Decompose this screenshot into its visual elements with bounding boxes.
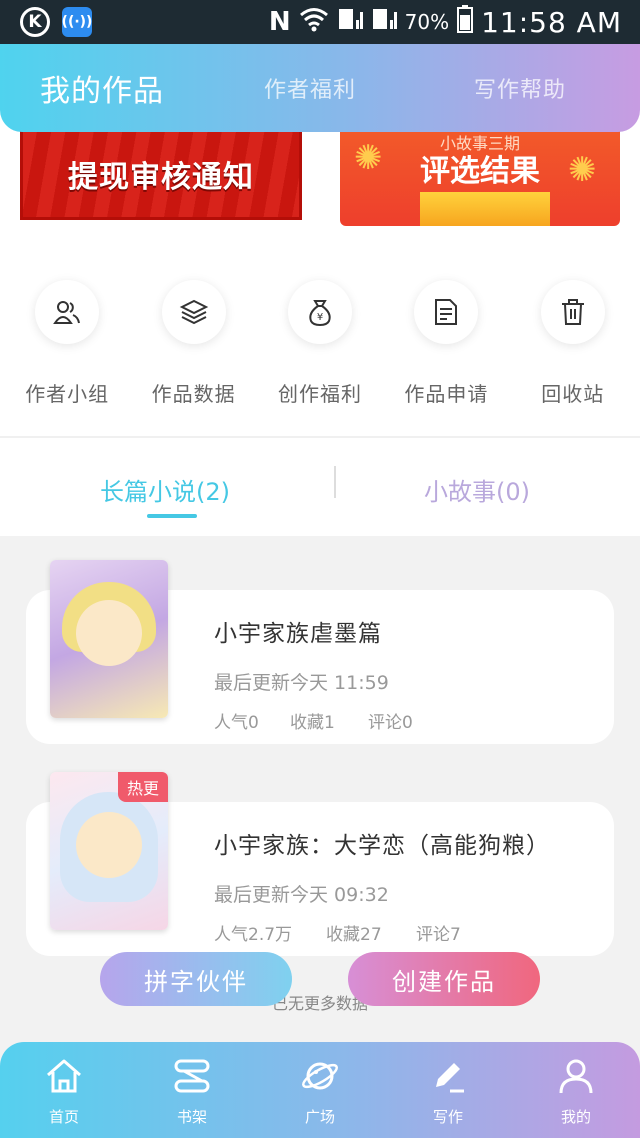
- func-label: 回收站: [541, 382, 605, 406]
- tab-short-stories[interactable]: 小故事(0): [424, 472, 530, 507]
- work-favorites: 收藏1: [290, 713, 335, 733]
- func-label: 创作福利: [277, 382, 362, 406]
- story-results-banner[interactable]: ✺ ✺ 小故事三期 评选结果: [340, 130, 620, 226]
- tab-long-novels[interactable]: 长篇小说(2): [100, 472, 230, 507]
- cover-face-shape: [76, 812, 142, 878]
- nav-mine[interactable]: 我的: [531, 1054, 621, 1127]
- nav-label: 写作: [432, 1107, 463, 1126]
- cover-face-shape: [76, 600, 142, 666]
- clock: 11:58 AM: [481, 5, 622, 39]
- home-icon: [42, 1054, 86, 1098]
- trash-icon: [540, 280, 605, 344]
- work-comments: 评论7: [416, 925, 461, 945]
- bottom-nav: 首页 书架 广场 写作 我的: [0, 1042, 640, 1138]
- sim2-signal-icon: [371, 6, 397, 38]
- nav-label: 我的: [560, 1107, 591, 1126]
- no-more-data-text: 已无更多数据: [271, 994, 368, 1013]
- func-work-data[interactable]: 作品数据: [131, 280, 257, 410]
- work-favorites: 收藏27: [326, 925, 382, 945]
- svg-text:¥: ¥: [317, 312, 323, 323]
- battery-percent: 70%: [404, 10, 450, 34]
- withdraw-notice-banner[interactable]: 提现审核通知: [20, 130, 302, 220]
- func-work-application[interactable]: 作品申请: [383, 280, 509, 410]
- create-work-button[interactable]: 创建作品: [348, 952, 540, 1006]
- tab-writing-help[interactable]: 写作帮助: [474, 72, 566, 104]
- sim1-signal-icon: [337, 6, 363, 38]
- tab-my-works[interactable]: 我的作品: [40, 66, 164, 110]
- nav-label: 广场: [304, 1107, 335, 1126]
- func-creation-welfare[interactable]: ¥ 创作福利: [257, 280, 383, 410]
- tab-separator: [334, 466, 336, 498]
- bookshelf-icon: [170, 1054, 214, 1098]
- wifi-key-app-icon: ((·)): [62, 7, 92, 37]
- planet-icon: [298, 1054, 342, 1098]
- work-last-update: 最后更新今天 09:32: [214, 884, 389, 906]
- layers-icon: [161, 280, 226, 344]
- work-type-tabs: 长篇小说(2) 小故事(0): [0, 438, 640, 536]
- func-author-group[interactable]: 作者小组: [4, 280, 130, 410]
- nfc-notification-icon: N: [268, 7, 291, 37]
- pen-icon: [426, 1054, 470, 1098]
- work-title: 小宇家族虐墨篇: [214, 621, 382, 647]
- stage-decoration: [420, 192, 550, 226]
- func-label: 作品申请: [404, 382, 489, 406]
- top-tab-bar: 我的作品 作者福利 写作帮助: [0, 44, 640, 132]
- work-last-update: 最后更新今天 11:59: [214, 672, 389, 694]
- writing-partner-button[interactable]: 拼字伙伴: [100, 952, 292, 1006]
- func-label: 作品数据: [151, 382, 236, 406]
- nav-writing[interactable]: 写作: [403, 1054, 493, 1127]
- nav-label: 首页: [48, 1107, 79, 1126]
- banner-right-title: 评选结果: [420, 154, 540, 189]
- nav-square[interactable]: 广场: [275, 1054, 365, 1127]
- works-header-section: 提现审核通知 ✺ ✺ 小故事三期 评选结果 作者小组 作品数据 ¥ 创作福利 作…: [0, 100, 640, 536]
- hot-update-badge: 热更: [118, 772, 168, 802]
- wifi-signal-icon: [299, 6, 329, 38]
- k-app-icon: K: [20, 7, 50, 37]
- people-icon: [35, 280, 100, 344]
- work-popularity: 人气2.7万: [214, 925, 293, 945]
- banner-left-text: 提现审核通知: [68, 159, 254, 195]
- active-tab-indicator: [147, 514, 197, 518]
- money-bag-icon: ¥: [287, 280, 352, 344]
- nav-label: 书架: [176, 1107, 207, 1126]
- tab-author-welfare[interactable]: 作者福利: [264, 72, 356, 104]
- document-icon: [414, 280, 479, 344]
- work-popularity: 人气0: [214, 713, 259, 733]
- status-bar: K ((·)) N 70% 11:58 AM: [0, 0, 640, 44]
- func-label: 作者小组: [25, 382, 110, 406]
- k-app-letter: K: [28, 12, 42, 32]
- work-comments: 评论0: [368, 713, 413, 733]
- work-cover-image: [50, 560, 168, 718]
- work-title: 小宇家族：大学恋（高能狗粮）: [214, 833, 550, 859]
- function-grid: 作者小组 作品数据 ¥ 创作福利 作品申请 回收站: [0, 280, 640, 410]
- nav-home[interactable]: 首页: [19, 1054, 109, 1127]
- person-icon: [554, 1054, 598, 1098]
- func-recycle-bin[interactable]: 回收站: [510, 280, 636, 410]
- nav-bookshelf[interactable]: 书架: [147, 1054, 237, 1127]
- battery-icon: [457, 4, 474, 40]
